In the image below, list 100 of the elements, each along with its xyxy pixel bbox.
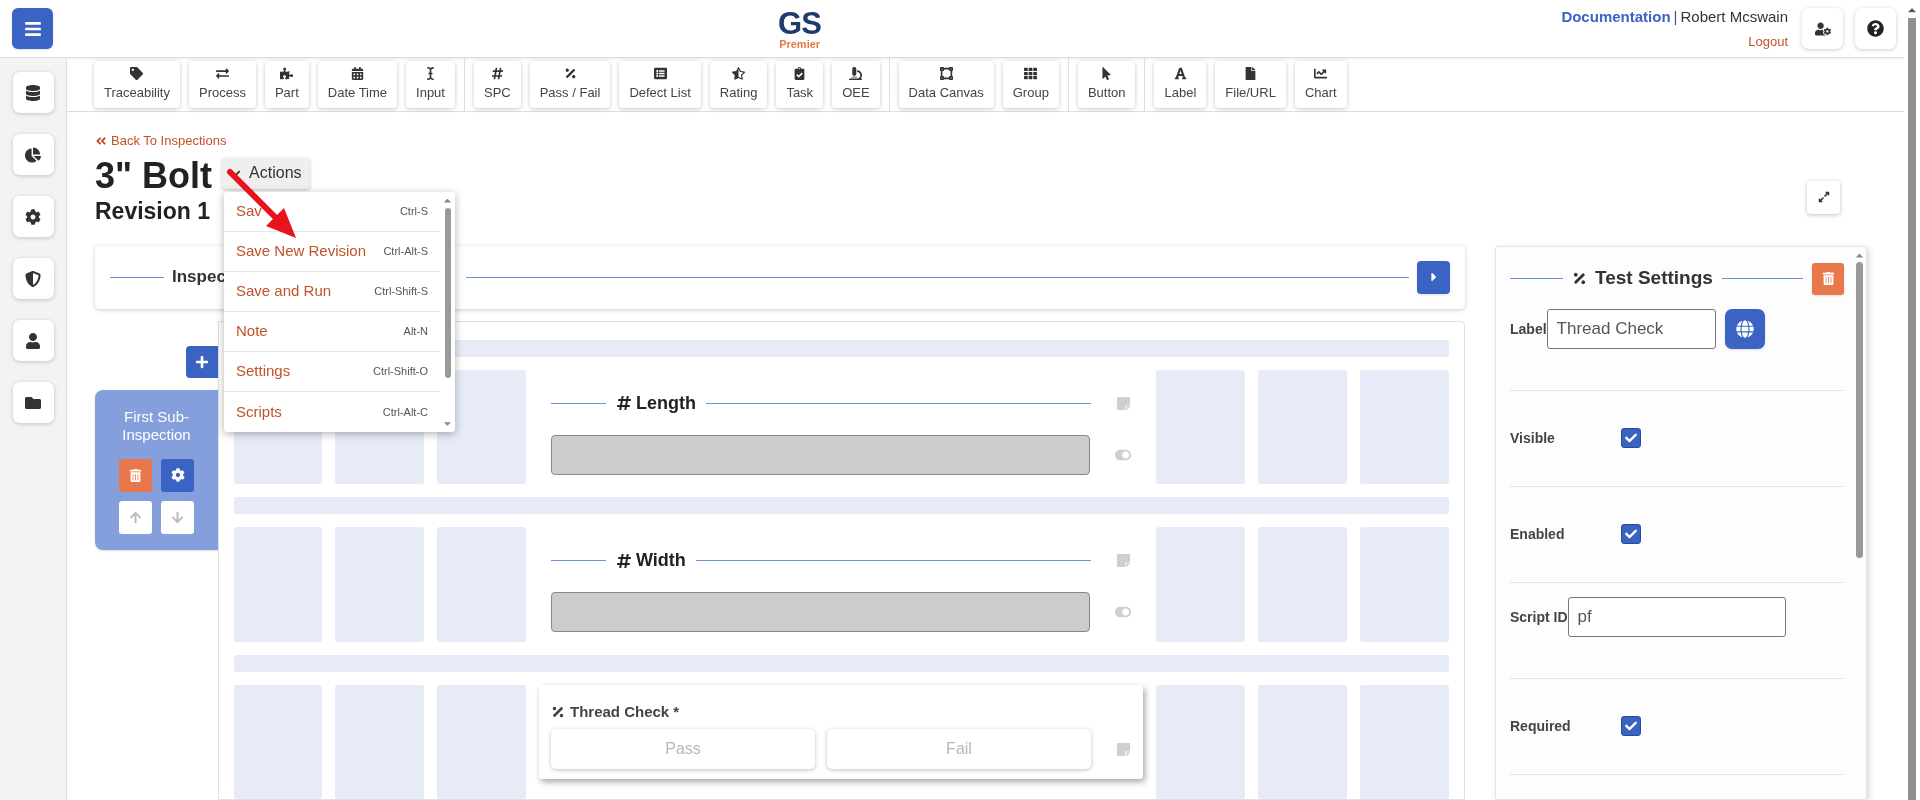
toolbar-button[interactable]: Group: [1002, 61, 1059, 108]
field-label: Required: [1510, 716, 1572, 736]
documentation-link[interactable]: Documentation: [1561, 6, 1671, 29]
double-chevron-icon: [95, 134, 107, 147]
checkbox[interactable]: [1621, 524, 1641, 544]
back-link[interactable]: Back To Inspections: [95, 131, 227, 151]
revision-title: Revision 1: [95, 196, 211, 225]
arrows-icon: [215, 66, 229, 80]
percent-icon: [1572, 271, 1587, 286]
add-button[interactable]: [186, 345, 218, 378]
toolbar-button[interactable]: Label: [1154, 61, 1207, 108]
account-settings-button[interactable]: [1802, 8, 1843, 49]
sidebar-button[interactable]: [12, 320, 54, 361]
help-icon: [1867, 20, 1884, 37]
shortcut-text: Alt-N: [403, 324, 428, 340]
star-icon: [732, 66, 746, 80]
menu-item[interactable]: Save and Run Ctrl-Shift-S: [224, 272, 440, 312]
check-icon: [1625, 432, 1637, 444]
sub-inspection-title: First Sub-Inspection: [121, 407, 192, 444]
toolbar-button[interactable]: Part: [264, 61, 309, 108]
user-gear-icon: [1814, 20, 1831, 37]
checkbox[interactable]: [1621, 716, 1641, 736]
separator-text: |: [1673, 7, 1678, 27]
shortcut-text: Ctrl-S: [399, 204, 428, 220]
logout-link[interactable]: Logout: [1748, 31, 1788, 51]
check-icon: [1625, 720, 1637, 732]
list-icon: [653, 66, 667, 80]
database-icon: [25, 84, 41, 101]
toolbar-button[interactable]: Data Canvas: [898, 61, 994, 108]
sidebar-button[interactable]: [12, 196, 54, 237]
toolbar-button[interactable]: File/URL: [1215, 61, 1286, 108]
toolbar-button[interactable]: Chart: [1294, 61, 1347, 108]
chart-icon: [1314, 66, 1328, 80]
text-field[interactable]: pf: [1567, 596, 1786, 637]
hash-icon: [616, 395, 632, 412]
field-label: Label: [1510, 320, 1547, 337]
settings-button[interactable]: [161, 458, 194, 492]
menu-item[interactable]: Note Alt-N: [224, 312, 440, 352]
toolbar-button[interactable]: Task: [776, 61, 824, 108]
help-button[interactable]: [1855, 8, 1896, 49]
menu-item[interactable]: Settings Ctrl-Shift-O: [224, 352, 440, 392]
sidebar-button[interactable]: [12, 382, 54, 423]
toolbar-button[interactable]: OEE: [832, 61, 880, 108]
trash-icon: [129, 468, 142, 482]
value-field[interactable]: [551, 434, 1090, 475]
user-icon: [25, 332, 41, 349]
trash-icon: [1821, 272, 1835, 285]
sidebar-button[interactable]: [12, 258, 54, 299]
settings-icon: [170, 468, 185, 482]
shield-icon: [25, 270, 41, 287]
percent-icon: [551, 704, 565, 719]
calendar-icon: [350, 66, 364, 80]
play-button[interactable]: [1417, 260, 1450, 294]
test-title: Length: [636, 391, 696, 415]
toolbar-button[interactable]: Traceability: [94, 61, 180, 108]
field-label: Visible: [1510, 428, 1556, 448]
shortcut-text: Ctrl-Alt-C: [382, 404, 428, 420]
globe-icon: [1735, 319, 1754, 338]
text-cursor-icon: [424, 66, 437, 80]
toolbar-button[interactable]: Input: [406, 61, 455, 108]
check-icon: [1625, 528, 1637, 540]
toolbar-button[interactable]: Pass / Fail: [529, 61, 611, 108]
inspection-name: Inspec: [172, 266, 226, 289]
delete-button[interactable]: [119, 458, 152, 492]
value-field[interactable]: [551, 592, 1090, 633]
grid-icon: [1024, 66, 1038, 80]
sidebar-button[interactable]: [12, 72, 54, 113]
expand-button[interactable]: [1807, 180, 1840, 214]
logo: GS Premier: [778, 7, 822, 50]
checkbox[interactable]: [1621, 428, 1641, 448]
toolbar-button[interactable]: Date Time: [317, 61, 398, 108]
text-field[interactable]: Thread Check: [1546, 308, 1716, 349]
hash-icon: [490, 66, 504, 80]
panel-title: Test Settings: [1595, 266, 1713, 291]
toolbar-button[interactable]: SPC: [473, 61, 521, 108]
delete-button[interactable]: [1812, 262, 1844, 295]
menu-button[interactable]: [12, 8, 53, 49]
toolbar-button[interactable]: Rating: [709, 61, 768, 108]
menu-item[interactable]: Scripts Ctrl-Alt-C: [224, 392, 440, 432]
field-label: Enabled: [1510, 524, 1566, 544]
settings-icon: [25, 208, 41, 225]
file-icon: [1244, 66, 1258, 80]
arrow-up-icon: [129, 510, 142, 524]
toolbar-button[interactable]: Process: [189, 61, 256, 108]
test-title: Width: [636, 549, 686, 573]
toolbar-button[interactable]: Button: [1077, 61, 1136, 108]
move-up-button[interactable]: [119, 500, 152, 534]
translate-button[interactable]: [1724, 308, 1765, 349]
toolbar-button[interactable]: Defect List: [619, 61, 701, 108]
plus-icon: [195, 354, 209, 369]
field-label: Script ID: [1510, 608, 1568, 625]
percent-icon: [563, 66, 577, 80]
sidebar-button[interactable]: [12, 134, 54, 175]
test-title: Thread Check *: [570, 701, 680, 722]
move-down-button[interactable]: [161, 500, 194, 534]
expand-icon: [1817, 191, 1830, 203]
shortcut-text: Ctrl-Shift-S: [374, 284, 428, 300]
user-name: Robert Mcswain: [1680, 7, 1788, 27]
actions-button[interactable]: Actions: [222, 157, 310, 189]
clipboard-icon: [793, 66, 807, 80]
